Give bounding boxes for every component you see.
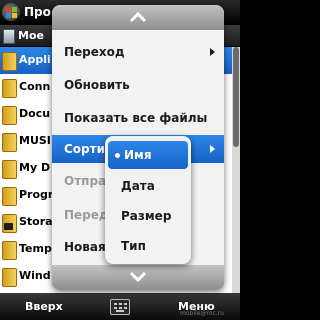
list-item-label: MUSI xyxy=(19,134,51,147)
folder-icon xyxy=(2,79,17,98)
sort-by-size[interactable]: Размер xyxy=(105,202,191,230)
list-item-label: Conn xyxy=(19,80,51,93)
menu-scroll-up[interactable] xyxy=(52,5,224,30)
sort-option-label: Размер xyxy=(121,209,172,223)
radio-bullet-icon xyxy=(115,153,120,158)
sort-option-label: Имя xyxy=(124,148,152,162)
chevron-right-icon xyxy=(210,145,215,153)
menu-item-label: Обновить xyxy=(64,78,130,92)
list-item-label: My D xyxy=(19,161,51,174)
menu-item-label: Показать все файлы xyxy=(64,111,208,125)
scrollbar[interactable] xyxy=(232,47,240,293)
sort-by-date[interactable]: Дата xyxy=(105,172,191,200)
list-item-label: Temp xyxy=(19,242,52,255)
sort-by-type[interactable]: Тип xyxy=(105,232,191,260)
sort-option-label: Дата xyxy=(121,179,155,193)
softkey-left-up[interactable]: Вверх xyxy=(25,300,63,313)
sort-option-label: Тип xyxy=(121,239,146,253)
menu-item-refresh[interactable]: Обновить xyxy=(52,71,224,99)
watermark: mobile@rnc.ru xyxy=(180,310,224,317)
list-item-label: Wind xyxy=(19,269,51,282)
menu-item-label: Перед xyxy=(64,208,109,222)
window-title: Про xyxy=(24,5,51,19)
menu-item-show-all-files[interactable]: Показать все файлы xyxy=(52,104,224,132)
menu-item-go[interactable]: Переход xyxy=(52,38,224,66)
file-explorer-screen: Про Мое Appli Conn Docu MUSI My D Progr xyxy=(0,0,240,320)
chevron-down-icon xyxy=(129,271,147,283)
sort-by-name[interactable]: Имя xyxy=(108,141,188,169)
folder-icon xyxy=(2,241,17,260)
scrollbar-thumb[interactable] xyxy=(233,47,239,147)
folder-icon xyxy=(2,133,17,152)
current-path: Мое xyxy=(18,29,44,42)
lock-icon xyxy=(4,223,13,230)
list-item-label: Appli xyxy=(19,53,51,66)
start-button[interactable] xyxy=(2,3,20,21)
menu-item-label: Сорти xyxy=(64,142,106,156)
device-icon xyxy=(3,29,15,44)
menu-item-label: Отпра xyxy=(64,174,107,188)
list-item-label: Docu xyxy=(19,107,51,120)
folder-icon xyxy=(2,160,17,179)
folder-icon xyxy=(2,52,17,71)
menu-item-label: Переход xyxy=(64,45,125,59)
list-item-label: Progr xyxy=(19,188,54,201)
folder-icon xyxy=(2,187,17,206)
sort-submenu: Имя Дата Размер Тип xyxy=(105,136,191,264)
folder-icon xyxy=(2,106,17,125)
list-item-label: Stora xyxy=(19,215,53,228)
keyboard-icon[interactable] xyxy=(110,299,130,315)
chevron-up-icon xyxy=(129,11,147,23)
menu-scroll-down[interactable] xyxy=(52,265,224,290)
chevron-right-icon xyxy=(210,48,215,56)
folder-icon xyxy=(2,268,17,287)
menu-item-label: Новая xyxy=(64,240,106,254)
